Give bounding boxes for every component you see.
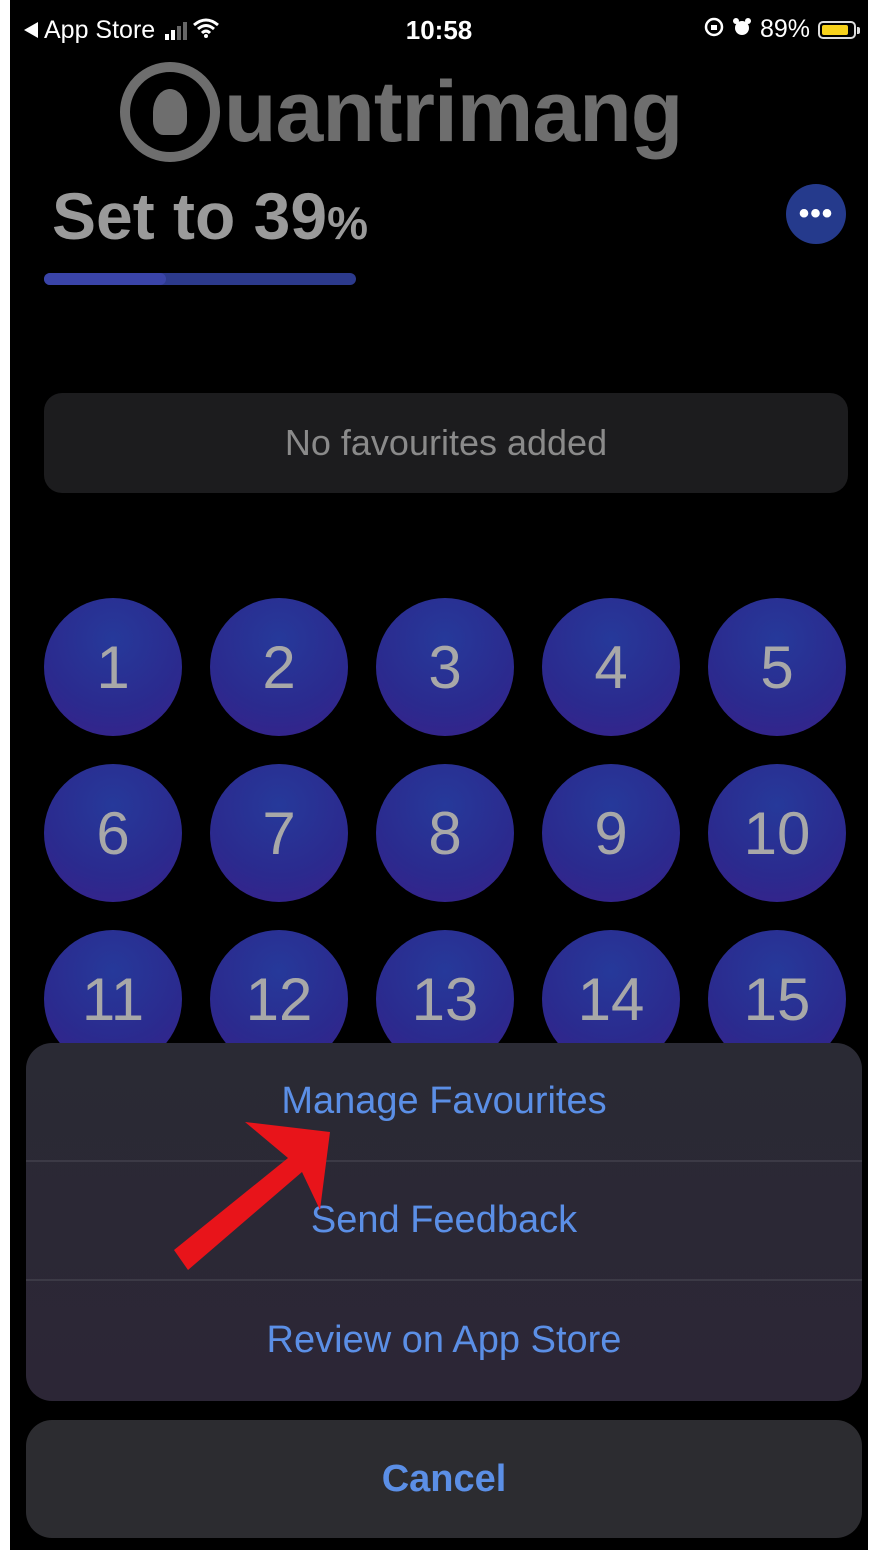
arrow-annotation-icon [174, 1122, 330, 1270]
action-sheet: Manage Favourites Send Feedback Review o… [26, 1043, 862, 1401]
status-bar: App Store 10:58 89% [10, 0, 868, 62]
cancel-button[interactable]: Cancel [26, 1420, 862, 1538]
title-unit: % [327, 197, 368, 249]
alarm-icon [732, 15, 752, 44]
number-button-9[interactable]: 9 [542, 764, 680, 902]
page-title: Set to 39% [52, 178, 368, 254]
watermark-text: uantrimang [224, 63, 683, 160]
review-app-store-button[interactable]: Review on App Store [26, 1281, 862, 1400]
battery-icon [818, 20, 860, 39]
title-text: Set to 39 [52, 179, 328, 253]
number-button-6[interactable]: 6 [44, 764, 182, 902]
number-button-4[interactable]: 4 [542, 598, 680, 736]
favourites-empty-text: No favourites added [284, 422, 608, 463]
more-options-button[interactable]: ••• [786, 184, 846, 244]
number-button-10[interactable]: 10 [708, 764, 846, 902]
battery-percent: 89% [759, 15, 810, 43]
number-button-5[interactable]: 5 [708, 598, 846, 736]
number-button-3[interactable]: 3 [376, 598, 514, 736]
status-right: 89% [704, 15, 860, 44]
lightbulb-icon [120, 62, 220, 162]
watermark-logo: uantrimang [120, 62, 683, 162]
favourites-panel: No favourites added [44, 393, 848, 493]
number-button-2[interactable]: 2 [210, 598, 348, 736]
brightness-progress [44, 273, 356, 285]
progress-fill [44, 273, 166, 285]
number-button-7[interactable]: 7 [210, 764, 348, 902]
ellipsis-icon: ••• [798, 197, 834, 230]
manage-favourites-button[interactable]: Manage Favourites [26, 1043, 862, 1162]
app-screen: App Store 10:58 89% uantrimang Set to 39… [10, 0, 868, 1550]
orientation-lock-icon [704, 15, 724, 44]
send-feedback-button[interactable]: Send Feedback [26, 1162, 862, 1281]
number-button-8[interactable]: 8 [376, 764, 514, 902]
number-button-1[interactable]: 1 [44, 598, 182, 736]
